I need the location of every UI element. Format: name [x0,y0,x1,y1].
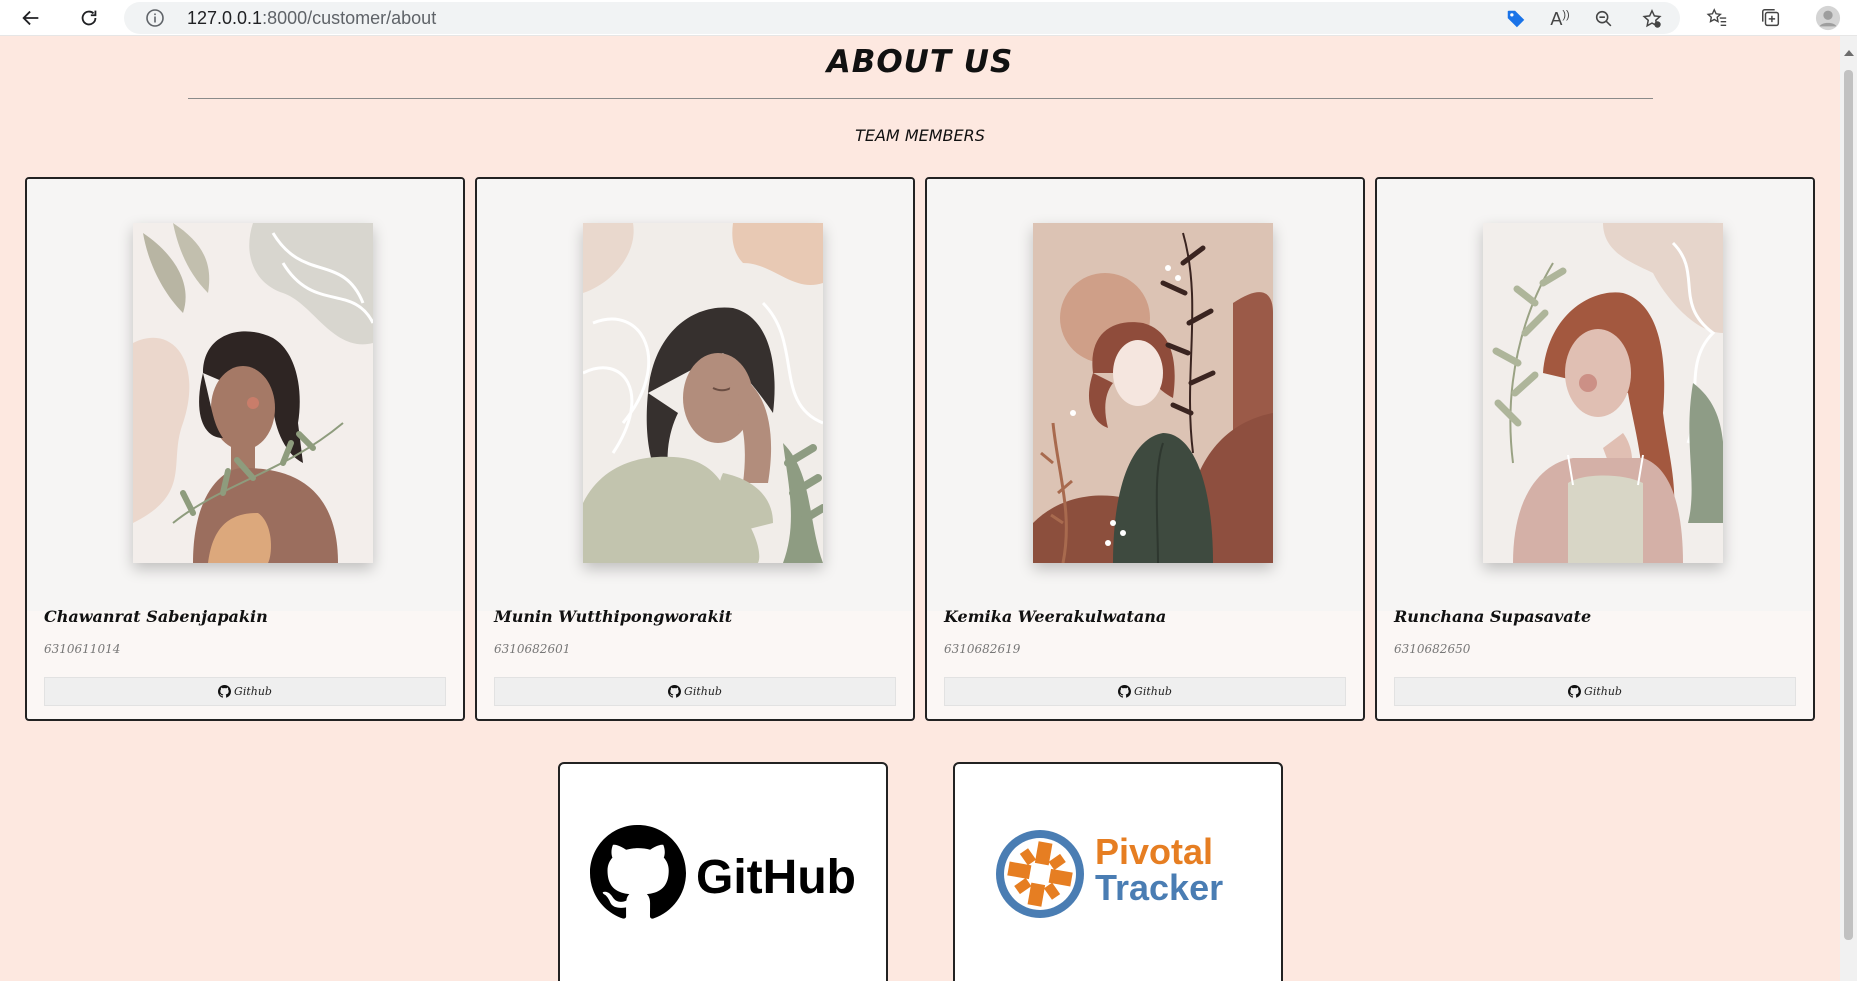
url-text[interactable]: 127.0.0.1:8000/customer/about [187,8,436,29]
pivotal-logo-line1: Pivotal [1095,831,1213,872]
back-icon[interactable] [16,3,46,33]
scrollbar-thumb[interactable] [1844,70,1853,940]
member-portrait [133,223,373,563]
member-github-button[interactable]: Github [44,677,446,706]
card-image-area [927,179,1363,611]
member-name: Chawanrat Sabenjapakin [44,607,268,626]
member-github-label: Github [234,685,272,698]
member-github-label: Github [1584,685,1622,698]
member-github-button[interactable]: Github [494,677,896,706]
card-image-area [1377,179,1813,611]
url-host: 127.0.0.1 [187,8,263,28]
add-favorite-icon[interactable] [1640,7,1664,31]
member-portrait [1033,223,1273,563]
member-name: Munin Wutthipongworakit [494,607,733,626]
browser-toolbar: 127.0.0.1:8000/customer/about A)) [0,0,1857,36]
github-icon [218,685,232,698]
favorites-icon[interactable] [1703,4,1731,32]
github-logo-card[interactable]: GitHub [558,762,888,981]
page-scrollbar[interactable] [1840,36,1857,981]
title-divider [188,98,1653,99]
member-card: Chawanrat Sabenjapakin 6310611014 Github [25,177,465,721]
site-info-icon[interactable] [145,8,165,28]
member-card: Runchana Supasavate 6310682650 Github [1375,177,1815,721]
member-student-id: 6310682619 [944,642,1021,656]
card-image-area [477,179,913,611]
github-icon [668,685,682,698]
card-image-area [27,179,463,611]
member-student-id: 6310682601 [494,642,571,656]
address-bar[interactable]: 127.0.0.1:8000/customer/about A)) [124,2,1680,34]
member-github-label: Github [684,685,722,698]
member-name: Kemika Weerakulwatana [944,607,1167,626]
read-aloud-waves: )) [1562,9,1570,21]
member-portrait [1483,223,1723,563]
pivotal-logo-line2: Tracker [1095,867,1223,908]
member-github-button[interactable]: Github [1394,677,1796,706]
member-student-id: 6310611014 [44,642,121,656]
github-logo-icon [590,825,686,919]
member-card: Kemika Weerakulwatana 6310682619 Github [925,177,1365,721]
profile-avatar-icon[interactable] [1814,4,1842,32]
member-student-id: 6310682650 [1394,642,1471,656]
github-logo-text: GitHub [696,851,856,904]
member-card: Munin Wutthipongworakit 6310682601 Githu… [475,177,915,721]
page-title: ABOUT US [826,44,1014,80]
section-subtitle: TEAM MEMBERS [855,126,985,145]
member-portrait [583,223,823,563]
read-aloud-label: A [1550,8,1563,29]
pivotal-tracker-logo-card[interactable]: Pivotal Tracker [953,762,1283,981]
read-aloud-icon[interactable]: A)) [1548,7,1572,31]
zoom-out-icon[interactable] [1592,7,1616,31]
price-tag-icon[interactable] [1504,7,1528,31]
member-name: Runchana Supasavate [1394,607,1592,626]
github-icon [1118,685,1132,698]
pivotal-tracker-icon [996,830,1084,918]
reload-icon[interactable] [74,3,104,33]
scroll-up-arrow[interactable] [1844,50,1854,56]
url-path: :8000/customer/about [262,8,437,28]
collections-icon[interactable] [1757,4,1785,32]
member-github-label: Github [1134,685,1172,698]
member-github-button[interactable]: Github [944,677,1346,706]
github-icon [1568,685,1582,698]
